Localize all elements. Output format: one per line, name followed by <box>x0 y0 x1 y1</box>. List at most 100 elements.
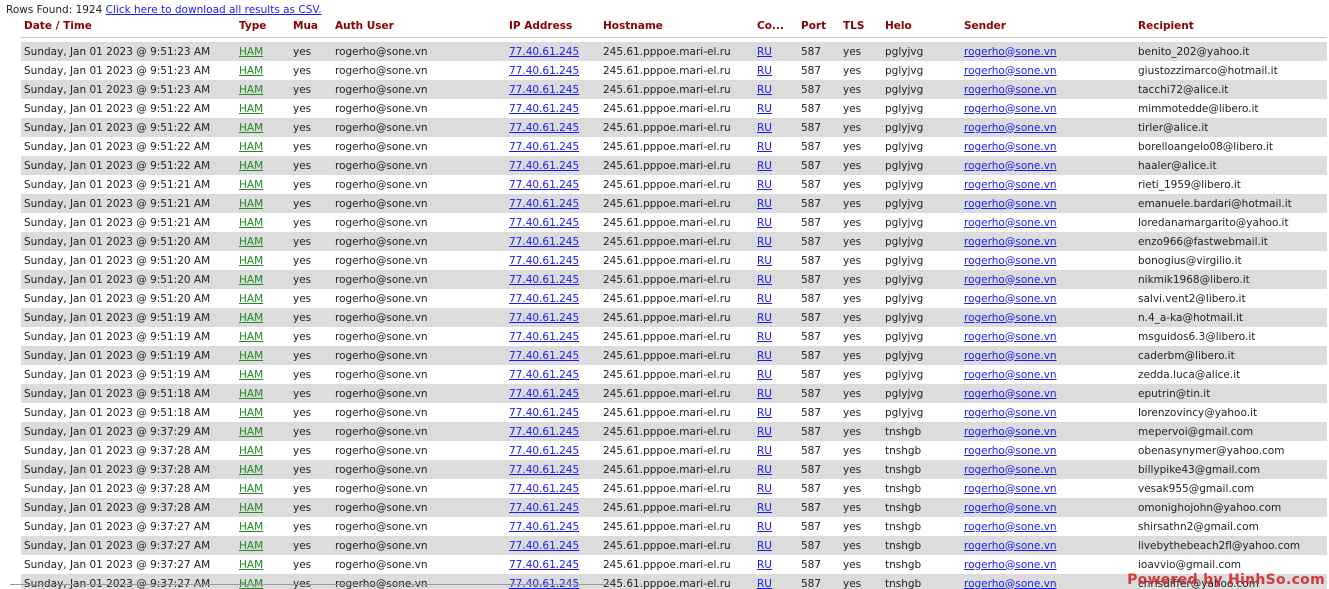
column-header-type[interactable]: Type <box>236 15 290 38</box>
type-link[interactable]: HAM <box>239 122 263 134</box>
type-link[interactable]: HAM <box>239 274 263 286</box>
column-header-helo[interactable]: Helo <box>882 15 961 38</box>
sender-link[interactable]: rogerho@sone.vn <box>964 407 1057 419</box>
column-header-hostname[interactable]: Hostname <box>600 15 754 38</box>
type-link[interactable]: HAM <box>239 293 263 305</box>
country-link[interactable]: RU <box>757 198 772 210</box>
country-link[interactable]: RU <box>757 179 772 191</box>
type-link[interactable]: HAM <box>239 369 263 381</box>
country-link[interactable]: RU <box>757 65 772 77</box>
column-header-ip-address[interactable]: IP Address <box>506 15 600 38</box>
country-link[interactable]: RU <box>757 312 772 324</box>
country-link[interactable]: RU <box>757 483 772 495</box>
ip-address-link[interactable]: 77.40.61.245 <box>509 559 579 571</box>
sender-link[interactable]: rogerho@sone.vn <box>964 331 1057 343</box>
type-link[interactable]: HAM <box>239 540 263 552</box>
sender-link[interactable]: rogerho@sone.vn <box>964 388 1057 400</box>
ip-address-link[interactable]: 77.40.61.245 <box>509 312 579 324</box>
type-link[interactable]: HAM <box>239 198 263 210</box>
country-link[interactable]: RU <box>757 274 772 286</box>
ip-address-link[interactable]: 77.40.61.245 <box>509 369 579 381</box>
type-link[interactable]: HAM <box>239 46 263 58</box>
column-header-date-time[interactable]: Date / Time <box>21 15 236 38</box>
column-header-mua[interactable]: Mua <box>290 15 332 38</box>
ip-address-link[interactable]: 77.40.61.245 <box>509 46 579 58</box>
sender-link[interactable]: rogerho@sone.vn <box>964 521 1057 533</box>
ip-address-link[interactable]: 77.40.61.245 <box>509 540 579 552</box>
ip-address-link[interactable]: 77.40.61.245 <box>509 293 579 305</box>
sender-link[interactable]: rogerho@sone.vn <box>964 483 1057 495</box>
country-link[interactable]: RU <box>757 502 772 514</box>
type-link[interactable]: HAM <box>239 179 263 191</box>
sender-link[interactable]: rogerho@sone.vn <box>964 122 1057 134</box>
type-link[interactable]: HAM <box>239 141 263 153</box>
country-link[interactable]: RU <box>757 46 772 58</box>
sender-link[interactable]: rogerho@sone.vn <box>964 502 1057 514</box>
ip-address-link[interactable]: 77.40.61.245 <box>509 388 579 400</box>
type-link[interactable]: HAM <box>239 426 263 438</box>
country-link[interactable]: RU <box>757 407 772 419</box>
ip-address-link[interactable]: 77.40.61.245 <box>509 502 579 514</box>
country-link[interactable]: RU <box>757 331 772 343</box>
country-link[interactable]: RU <box>757 103 772 115</box>
ip-address-link[interactable]: 77.40.61.245 <box>509 426 579 438</box>
sender-link[interactable]: rogerho@sone.vn <box>964 369 1057 381</box>
column-header-port[interactable]: Port <box>798 15 840 38</box>
ip-address-link[interactable]: 77.40.61.245 <box>509 331 579 343</box>
horizontal-scrollbar[interactable] <box>10 584 610 589</box>
sender-link[interactable]: rogerho@sone.vn <box>964 217 1057 229</box>
ip-address-link[interactable]: 77.40.61.245 <box>509 84 579 96</box>
ip-address-link[interactable]: 77.40.61.245 <box>509 160 579 172</box>
country-link[interactable]: RU <box>757 255 772 267</box>
sender-link[interactable]: rogerho@sone.vn <box>964 46 1057 58</box>
ip-address-link[interactable]: 77.40.61.245 <box>509 521 579 533</box>
ip-address-link[interactable]: 77.40.61.245 <box>509 179 579 191</box>
country-link[interactable]: RU <box>757 521 772 533</box>
type-link[interactable]: HAM <box>239 312 263 324</box>
ip-address-link[interactable]: 77.40.61.245 <box>509 483 579 495</box>
column-header-recipient[interactable]: Recipient <box>1135 15 1327 38</box>
ip-address-link[interactable]: 77.40.61.245 <box>509 141 579 153</box>
sender-link[interactable]: rogerho@sone.vn <box>964 293 1057 305</box>
ip-address-link[interactable]: 77.40.61.245 <box>509 122 579 134</box>
ip-address-link[interactable]: 77.40.61.245 <box>509 445 579 457</box>
ip-address-link[interactable]: 77.40.61.245 <box>509 198 579 210</box>
ip-address-link[interactable]: 77.40.61.245 <box>509 65 579 77</box>
sender-link[interactable]: rogerho@sone.vn <box>964 312 1057 324</box>
type-link[interactable]: HAM <box>239 160 263 172</box>
type-link[interactable]: HAM <box>239 502 263 514</box>
country-link[interactable]: RU <box>757 160 772 172</box>
type-link[interactable]: HAM <box>239 103 263 115</box>
sender-link[interactable]: rogerho@sone.vn <box>964 255 1057 267</box>
sender-link[interactable]: rogerho@sone.vn <box>964 141 1057 153</box>
type-link[interactable]: HAM <box>239 464 263 476</box>
sender-link[interactable]: rogerho@sone.vn <box>964 84 1057 96</box>
column-header-auth-user[interactable]: Auth User <box>332 15 506 38</box>
sender-link[interactable]: rogerho@sone.vn <box>964 65 1057 77</box>
sender-link[interactable]: rogerho@sone.vn <box>964 464 1057 476</box>
country-link[interactable]: RU <box>757 236 772 248</box>
type-link[interactable]: HAM <box>239 255 263 267</box>
ip-address-link[interactable]: 77.40.61.245 <box>509 274 579 286</box>
country-link[interactable]: RU <box>757 369 772 381</box>
type-link[interactable]: HAM <box>239 445 263 457</box>
type-link[interactable]: HAM <box>239 84 263 96</box>
ip-address-link[interactable]: 77.40.61.245 <box>509 407 579 419</box>
country-link[interactable]: RU <box>757 350 772 362</box>
ip-address-link[interactable]: 77.40.61.245 <box>509 217 579 229</box>
country-link[interactable]: RU <box>757 122 772 134</box>
sender-link[interactable]: rogerho@sone.vn <box>964 445 1057 457</box>
type-link[interactable]: HAM <box>239 388 263 400</box>
ip-address-link[interactable]: 77.40.61.245 <box>509 464 579 476</box>
country-link[interactable]: RU <box>757 388 772 400</box>
country-link[interactable]: RU <box>757 559 772 571</box>
type-link[interactable]: HAM <box>239 217 263 229</box>
ip-address-link[interactable]: 77.40.61.245 <box>509 350 579 362</box>
country-link[interactable]: RU <box>757 464 772 476</box>
type-link[interactable]: HAM <box>239 483 263 495</box>
type-link[interactable]: HAM <box>239 65 263 77</box>
type-link[interactable]: HAM <box>239 521 263 533</box>
country-link[interactable]: RU <box>757 540 772 552</box>
country-link[interactable]: RU <box>757 217 772 229</box>
sender-link[interactable]: rogerho@sone.vn <box>964 198 1057 210</box>
